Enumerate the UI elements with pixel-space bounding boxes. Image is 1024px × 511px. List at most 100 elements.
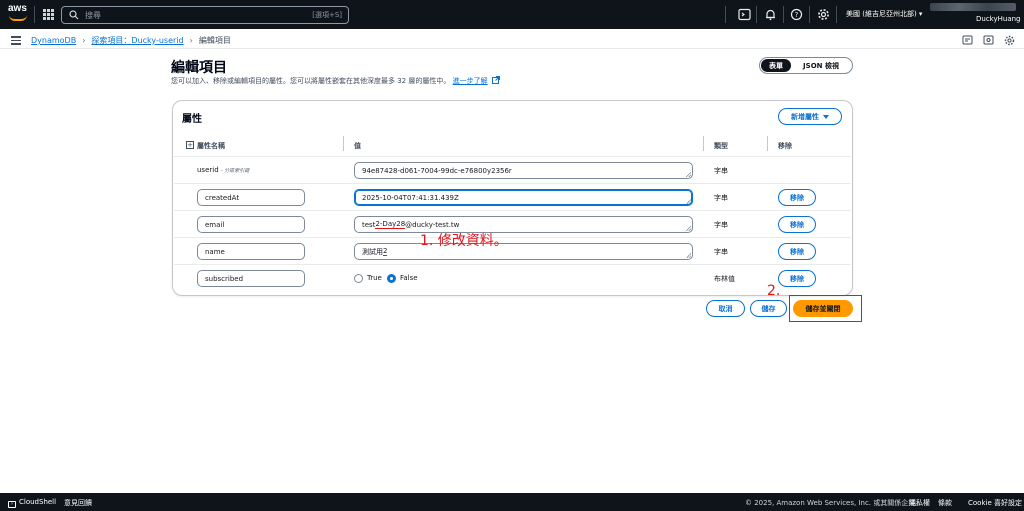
column-header-remove: 移除 <box>778 142 792 150</box>
value-input-userid[interactable]: 94e87428-d061-7004-99dc-e76800y2356r <box>354 162 693 179</box>
divider <box>34 6 35 23</box>
radio-true-label: True <box>367 274 382 282</box>
row-divider <box>174 264 851 265</box>
notifications-panel-icon[interactable] <box>983 35 994 46</box>
annotation-step-1: 1. 修改資料。 <box>420 233 508 249</box>
value-text-part: @ducky-test.tw <box>405 220 460 229</box>
type-label: 字串 <box>714 221 728 229</box>
breadcrumb: DynamoDB › 探索項目：Ducky-userid › 編輯項目 <box>31 35 231 46</box>
add-attribute-button[interactable]: 新增屬性 <box>778 108 842 125</box>
remove-button-email[interactable]: 移除 <box>778 216 816 233</box>
account-info-blurred <box>930 3 1016 11</box>
remove-button-name[interactable]: 移除 <box>778 243 816 260</box>
chevron-right-icon: › <box>82 36 86 45</box>
chevron-down-icon: ▾ <box>918 10 923 18</box>
attribute-name-text: userid <box>197 166 219 174</box>
column-header-type: 類型 <box>714 142 728 150</box>
footer-bar: › CloudShell 意見回饋 © 2025, Amazon Web Serv… <box>0 493 1024 511</box>
cloudshell-link[interactable]: › CloudShell <box>8 498 56 508</box>
expand-all-icon[interactable]: + <box>186 141 194 149</box>
feedback-link[interactable]: 意見回饋 <box>64 498 92 508</box>
value-input-email[interactable]: test 2-Day28 @ducky-test.tw <box>354 216 693 233</box>
remove-button-createdat[interactable]: 移除 <box>778 189 816 206</box>
page-description: 您可以加入、移除或編輯項目的屬性。您可以將屬性嵌套在其他深度最多 32 層的屬性… <box>171 76 500 86</box>
attribute-name-input-email[interactable]: email <box>197 216 305 233</box>
value-input-name[interactable]: 測試用 2 <box>354 243 693 260</box>
type-label: 布林值 <box>714 275 735 283</box>
row-divider <box>174 237 851 238</box>
attribute-name-input-createdat[interactable]: createdAt <box>197 189 305 206</box>
settings-panel-icon[interactable] <box>1004 35 1015 46</box>
resize-grip-icon <box>686 199 691 204</box>
json-view-button[interactable]: JSON 檢視 <box>791 59 851 72</box>
help-icon[interactable]: ? <box>790 8 803 21</box>
divider <box>756 6 757 23</box>
divider <box>836 6 837 23</box>
search-icon <box>69 10 79 20</box>
apps-grid-icon[interactable] <box>43 9 54 20</box>
radio-false-label: False <box>400 274 418 282</box>
divider <box>725 6 726 23</box>
row-divider <box>174 156 851 157</box>
value-text-part: 測試用 <box>362 247 383 256</box>
resize-grip-icon <box>686 226 691 231</box>
notifications-bell-icon[interactable] <box>764 8 777 21</box>
partition-key-note: - 分區索引鍵 <box>220 168 250 174</box>
save-and-close-button[interactable]: 儲存並關閉 <box>793 300 853 317</box>
external-link-icon <box>491 76 500 84</box>
divider <box>783 6 784 23</box>
chevron-right-icon: › <box>189 36 193 45</box>
aws-logo[interactable]: aws <box>8 4 30 24</box>
breadcrumb-bar: DynamoDB › 探索項目：Ducky-userid › 編輯項目 <box>0 29 1024 49</box>
learn-more-link[interactable]: 進一步了解 <box>453 77 488 85</box>
resize-grip-icon <box>686 253 691 258</box>
radio-true[interactable] <box>354 274 363 283</box>
privacy-link[interactable]: 隱私權 <box>909 498 930 508</box>
value-text: 94e87428-d061-7004-99dc-e76800y2356r <box>362 166 512 175</box>
cloudshell-icon: › <box>8 501 16 508</box>
edited-value-text: 2 <box>383 247 388 256</box>
row-divider <box>174 210 851 211</box>
attribute-name-userid: userid - 分區索引鍵 <box>197 166 249 174</box>
menu-icon[interactable] <box>11 36 21 45</box>
type-label: 字串 <box>714 248 728 256</box>
cancel-button[interactable]: 取消 <box>706 300 745 317</box>
value-input-createdat[interactable]: 2025-10-04T07:41:31.439Z <box>354 189 693 206</box>
settings-gear-icon[interactable] <box>817 8 830 21</box>
svg-text:?: ? <box>795 11 799 19</box>
type-label: 字串 <box>714 194 728 202</box>
terms-link[interactable]: 條款 <box>938 498 952 508</box>
breadcrumb-dynamodb[interactable]: DynamoDB <box>31 36 76 45</box>
user-menu[interactable]: DuckyHuang <box>976 15 1021 23</box>
value-text: 2025-10-04T07:41:31.439Z <box>362 193 459 202</box>
add-attribute-label: 新增屬性 <box>791 112 819 121</box>
cloudshell-label: CloudShell <box>19 498 57 506</box>
search-placeholder: 搜尋 <box>85 10 101 20</box>
remove-button-subscribed[interactable]: 移除 <box>778 270 816 287</box>
search-input[interactable]: 搜尋 [選項+S] <box>61 6 349 24</box>
radio-false[interactable] <box>387 274 396 283</box>
breadcrumb-explore-items[interactable]: 探索項目：Ducky-userid <box>91 35 183 46</box>
aws-smile-icon <box>9 15 27 21</box>
attribute-name-input-subscribed[interactable]: subscribed <box>197 270 305 287</box>
region-selector[interactable]: 美國 (維吉尼亞州北部) ▾ <box>846 9 922 19</box>
column-divider <box>343 136 344 151</box>
type-label: 字串 <box>714 167 728 175</box>
top-navigation: aws 搜尋 [選項+S] ? 美國 (維吉尼亞州北部) ▾ DuckyHuan… <box>0 0 1024 29</box>
divider <box>809 6 810 23</box>
form-view-button[interactable]: 表單 <box>761 59 791 72</box>
help-panel-icon[interactable] <box>962 35 973 46</box>
cookie-preferences-link[interactable]: Cookie 喜好設定 <box>968 498 1022 508</box>
view-toggle: 表單 JSON 檢視 <box>759 57 853 74</box>
save-button[interactable]: 儲存 <box>750 300 787 317</box>
attributes-title: 屬性 <box>182 114 202 125</box>
description-text: 您可以加入、移除或編輯項目的屬性。您可以將屬性嵌套在其他深度最多 32 層的屬性… <box>171 77 451 85</box>
search-shortcut: [選項+S] <box>312 11 342 19</box>
column-divider <box>703 136 704 151</box>
breadcrumb-current: 編輯項目 <box>198 36 231 45</box>
column-header-value: 值 <box>354 142 361 150</box>
cloudshell-icon[interactable] <box>738 8 751 21</box>
region-label: 美國 (維吉尼亞州北部) <box>846 10 917 18</box>
attribute-name-input-name[interactable]: name <box>197 243 305 260</box>
annotation-step-2: 2. <box>767 283 781 299</box>
